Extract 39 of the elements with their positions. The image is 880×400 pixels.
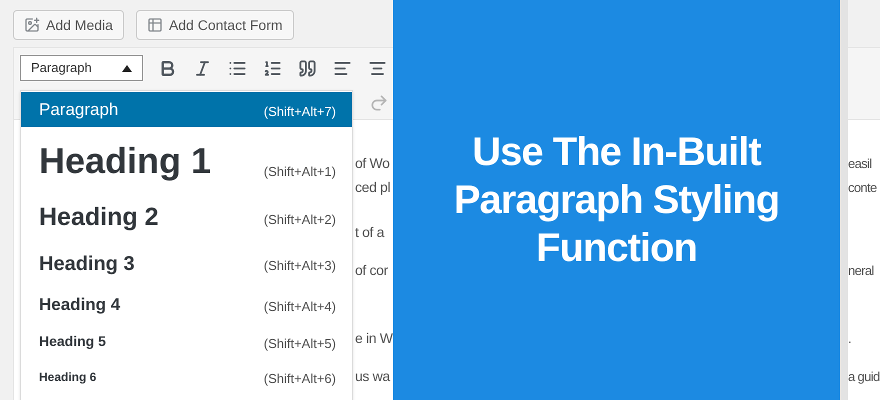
format-menu-item[interactable]: Heading 6 (Shift+Alt+6) bbox=[21, 360, 352, 393]
format-select[interactable]: Paragraph bbox=[20, 55, 143, 81]
add-media-button[interactable]: Add Media bbox=[13, 10, 124, 40]
format-menu-item[interactable]: Paragraph (Shift+Alt+7) bbox=[21, 92, 352, 127]
media-icon bbox=[24, 17, 40, 33]
shortcut-text: (Shift+Alt+6) bbox=[264, 370, 336, 388]
format-menu-item[interactable]: Heading 4 (Shift+Alt+4) bbox=[21, 287, 352, 323]
paragraph-text: neral bbox=[848, 262, 874, 280]
paragraph-text: easil bbox=[848, 155, 872, 173]
shortcut-text: (Shift+Alt+2) bbox=[264, 210, 336, 229]
format-label: Heading 1 bbox=[39, 139, 212, 183]
format-label: Heading 5 bbox=[39, 332, 106, 351]
shortcut-text: (Shift+Alt+4) bbox=[264, 298, 336, 316]
format-label: Heading 3 bbox=[39, 252, 135, 276]
paragraph-text: e in W bbox=[355, 329, 393, 348]
format-label: Heading 4 bbox=[39, 294, 120, 316]
table-icon bbox=[146, 17, 163, 33]
format-menu-item[interactable]: Heading 5 (Shift+Alt+5) bbox=[21, 323, 352, 360]
shortcut-text: (Shift+Alt+5) bbox=[264, 334, 336, 353]
paragraph-text: conte bbox=[848, 179, 877, 197]
paragraph-text: t of a bbox=[355, 223, 384, 242]
format-menu-item[interactable]: Heading 1 (Shift+Alt+1) bbox=[21, 127, 352, 195]
paragraph-text: . bbox=[848, 330, 851, 348]
format-menu-item[interactable]: Heading 2 (Shift+Alt+2) bbox=[21, 195, 352, 240]
paragraph-text: a guid bbox=[848, 368, 880, 386]
paragraph-text: of Wo bbox=[355, 154, 390, 173]
shortcut-text: (Shift+Alt+1) bbox=[264, 163, 336, 182]
caret-icon bbox=[122, 64, 132, 72]
add-contact-form-button[interactable]: Add Contact Form bbox=[136, 10, 294, 40]
paragraph-text: of cor bbox=[355, 261, 388, 280]
shortcut-text: (Shift+Alt+7) bbox=[264, 102, 336, 121]
format-label: Paragraph bbox=[39, 98, 118, 121]
shortcut-text: (Shift+Alt+3) bbox=[264, 256, 336, 275]
format-label: Heading 2 bbox=[39, 202, 158, 233]
format-label: Heading 6 bbox=[39, 368, 96, 386]
paragraph-text: us wa bbox=[355, 367, 390, 386]
format-menu-item[interactable]: Heading 3 (Shift+Alt+3) bbox=[21, 240, 352, 287]
banner-title: Use The In-Built Paragraph Styling Function bbox=[452, 129, 780, 272]
paragraph-text: ced pl bbox=[355, 178, 390, 197]
